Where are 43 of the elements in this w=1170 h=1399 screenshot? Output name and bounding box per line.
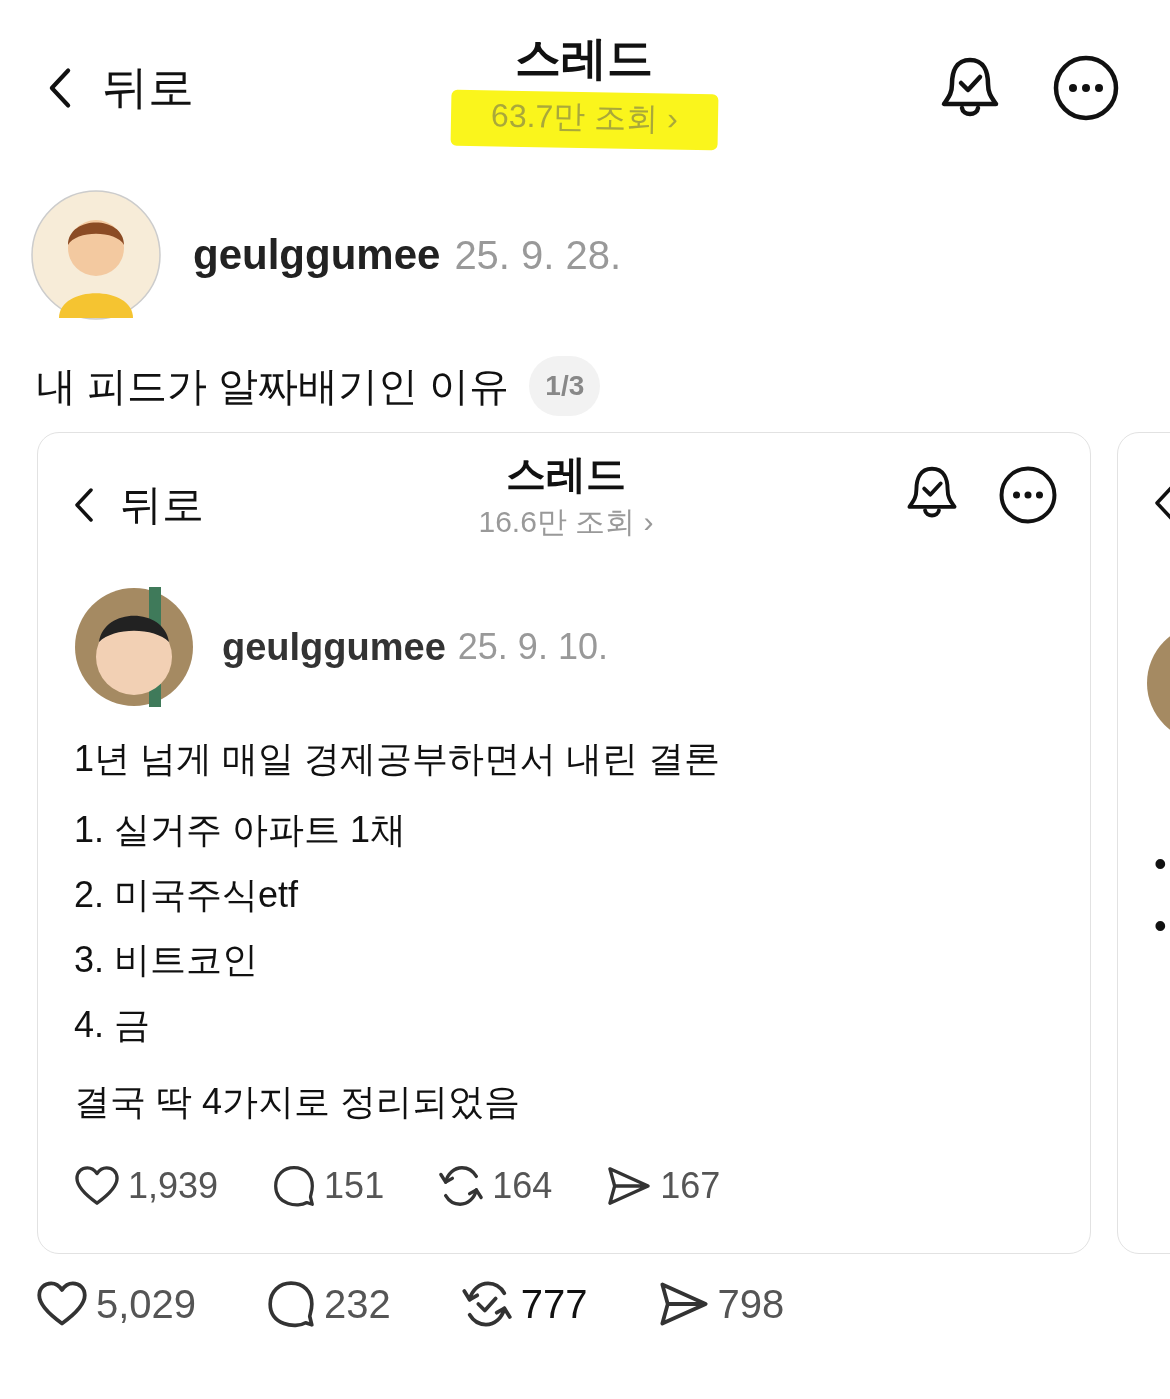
heart-icon <box>74 1165 120 1207</box>
paper-plane-icon <box>606 1165 653 1207</box>
post-text: 1년 넘게 매일 경제공부하면서 내린 결론 <box>74 737 722 781</box>
share-button: 167 <box>606 1165 721 1207</box>
like-button: 1,939 <box>74 1165 219 1207</box>
views-link: 16.6만 조회 › <box>478 504 654 540</box>
back-button[interactable]: 뒤로 <box>48 57 288 119</box>
reply-button: 151 <box>272 1164 385 1208</box>
page-title: 스레드 <box>506 451 626 498</box>
page-counter: 1/3 <box>529 356 601 416</box>
back-icon <box>48 67 72 109</box>
page-title: 스레드 <box>515 31 653 86</box>
paper-plane-icon <box>657 1280 710 1328</box>
more-icon <box>998 465 1058 525</box>
screenshot-card[interactable]: 뒤로 스레드 16.6만 조회 › geulggumee 25. 9. 10. 1년 넘게 매일 경제공부하면서 내린 결론 1. 실거주 아파트 1채 2. 미국주식etf 3. 비트코인 4. 금 결국 딱 4가지로 정리되었음 1,939 151 164 167 <box>37 432 1091 1254</box>
bullet: • <box>1154 905 1167 947</box>
post-date: 25. 9. 10. <box>457 626 608 668</box>
repost-icon <box>438 1163 485 1209</box>
repost-button: 164 <box>438 1163 553 1209</box>
more-icon[interactable] <box>1052 54 1120 122</box>
list-item: 4. 금 <box>74 1003 152 1047</box>
speech-bubble-icon <box>266 1279 317 1329</box>
speech-bubble-icon <box>272 1164 317 1208</box>
list-item: 1. 실거주 아파트 1채 <box>74 808 408 852</box>
heart-icon <box>36 1280 88 1328</box>
post-date: 25. 9. 28. <box>454 232 622 278</box>
back-icon <box>74 487 94 523</box>
list-item: 2. 미국주식etf <box>74 873 300 917</box>
post-text: 결국 딱 4가지로 정리되었음 <box>74 1080 522 1124</box>
reply-button[interactable]: 232 <box>266 1279 391 1329</box>
back-icon <box>1154 485 1170 521</box>
avatar-icon[interactable] <box>31 190 161 320</box>
screenshot-card[interactable]: • • <box>1117 432 1170 1254</box>
post-text: 내 피드가 알짜배기인 이유 <box>36 362 510 410</box>
username: geulggumee <box>222 625 446 669</box>
username[interactable]: geulggumee <box>193 231 441 279</box>
list-item: 3. 비트코인 <box>74 938 260 982</box>
share-button[interactable]: 798 <box>657 1280 785 1328</box>
avatar-icon <box>74 587 194 707</box>
repost-button[interactable]: 777 <box>460 1278 588 1330</box>
bullet: • <box>1154 843 1167 885</box>
back-button: 뒤로 <box>74 477 314 533</box>
like-button[interactable]: 5,029 <box>36 1280 197 1328</box>
